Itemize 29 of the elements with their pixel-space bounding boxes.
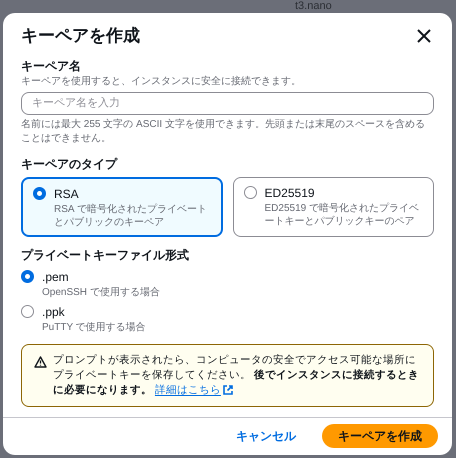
field-hint: 名前には最大 255 文字の ASCII 文字を使用できます。先頭または末尾のスペースを含めることはできません。 [21, 118, 426, 146]
radio-button[interactable] [21, 304, 34, 318]
section-label: キーペアのタイプ [21, 156, 118, 172]
option-title: .pem [42, 268, 70, 286]
warning-message: プロンプトが表示されたら、コンピュータの安全でアクセス可能な場所にプライベートキーを保存してください。 後でインスタンスに接続するときに必要になります。 詳細はこちら [53, 352, 420, 398]
radio-button[interactable] [21, 270, 34, 282]
background-text: t3.nano [295, 0, 332, 12]
option-card[interactable]: RSA RSA で暗号化されたプライベートとパブリックのキーペア [21, 176, 222, 236]
option-title: RSA [54, 186, 80, 202]
cancel-button[interactable]: キャンセル [230, 423, 302, 450]
radio-button[interactable] [244, 186, 256, 198]
key-pair-name-input[interactable]: キーペア名を入力 [21, 92, 434, 114]
option-title: .ppk [42, 304, 66, 320]
option-description: RSA で暗号化されたプライベートとパブリックのキーペア [54, 202, 208, 228]
option-card[interactable]: ED25519 ED25519 で暗号化されたプライベートキーとパブリックキーのペア [232, 176, 434, 236]
radio-button[interactable] [33, 186, 46, 200]
option-title: ED25519 [264, 184, 316, 202]
close-icon [416, 28, 432, 44]
option-description: PuTTY で使用する場合 [42, 320, 146, 334]
external-link-icon [222, 385, 233, 395]
option-description: ED25519 で暗号化されたプライベートキーとパブリックキーのペア [264, 202, 420, 228]
field-description: キーペアを使用すると、インスタンスに安全に接続できます。 [21, 74, 302, 88]
create-button[interactable]: キーペアを作成 [322, 424, 438, 448]
field-label: キーペア名 [21, 58, 82, 74]
section-label: プライベートキーファイル形式 [21, 246, 190, 264]
option-description: OpenSSH で使用する場合 [42, 286, 160, 298]
warning-icon [34, 356, 47, 368]
learn-more-link[interactable]: 詳細はこちら [154, 382, 233, 398]
dialog-title: キーペアを作成 [21, 25, 140, 47]
